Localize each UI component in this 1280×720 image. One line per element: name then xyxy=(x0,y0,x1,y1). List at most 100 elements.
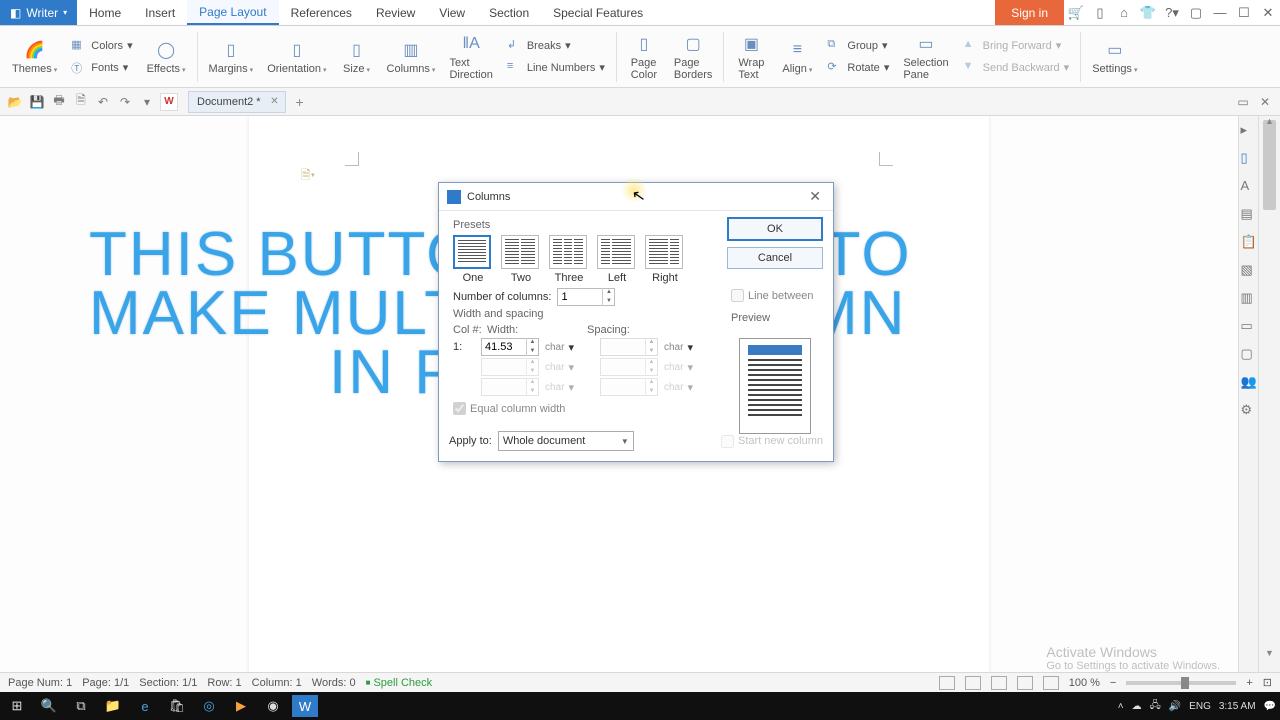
apply-to-combo[interactable]: Whole document▼ xyxy=(498,431,634,451)
effects-button[interactable]: ◯Effects▾ xyxy=(141,37,192,77)
tray-network-icon[interactable]: 🖧 xyxy=(1150,698,1161,715)
sp-collapse-icon[interactable]: ▸ xyxy=(1241,122,1257,138)
app-menu-button[interactable]: ◧ Writer ▾ xyxy=(0,0,77,25)
fonts-button[interactable]: ⓉFonts▾ xyxy=(65,58,138,78)
close-button[interactable]: ✕ xyxy=(1256,0,1280,25)
help-icon[interactable]: ?▾ xyxy=(1160,0,1184,25)
rotate-button[interactable]: ⟳Rotate▾ xyxy=(821,58,895,78)
cart-icon[interactable]: 🛒 xyxy=(1064,0,1088,25)
tab-page-layout[interactable]: Page Layout xyxy=(187,0,278,25)
spin-down-icon[interactable]: ▼ xyxy=(527,347,538,356)
skin-icon[interactable]: 👕 xyxy=(1136,0,1160,25)
width-1-input[interactable] xyxy=(482,341,526,353)
view-page-icon[interactable] xyxy=(939,676,955,690)
text-direction-button[interactable]: ǁAText Direction xyxy=(443,31,498,83)
tray-volume-icon[interactable]: 🔊 xyxy=(1169,701,1181,712)
zoom-slider-knob[interactable] xyxy=(1181,677,1189,689)
zoom-fit-button[interactable]: ⊡ xyxy=(1263,676,1272,689)
tab-insert[interactable]: Insert xyxy=(133,0,187,25)
margins-button[interactable]: ▯Margins▾ xyxy=(203,37,260,77)
columns-button[interactable]: ▥Columns▾ xyxy=(381,37,442,77)
sp-shape-icon[interactable]: ▧ xyxy=(1241,262,1257,278)
tab-section[interactable]: Section xyxy=(477,0,541,25)
colors-button[interactable]: ▦Colors▾ xyxy=(65,36,138,56)
sp-clipboard-icon[interactable]: 📋 xyxy=(1241,234,1257,250)
tray-onedrive-icon[interactable]: ☁ xyxy=(1132,701,1142,712)
status-row[interactable]: Row: 1 xyxy=(207,677,241,689)
size-button[interactable]: ▯Size▾ xyxy=(335,37,379,77)
wps-writer-taskbar-button[interactable]: W xyxy=(292,695,318,717)
zoom-label[interactable]: 100 % xyxy=(1069,677,1100,689)
page-borders-button[interactable]: ▢Page Borders xyxy=(668,31,719,83)
tab-view[interactable]: View xyxy=(427,0,477,25)
open-icon[interactable]: 📂 xyxy=(6,93,24,111)
scroll-up-icon[interactable]: ▲ xyxy=(1259,116,1280,126)
sp-task-icon[interactable]: ▢ xyxy=(1241,346,1257,362)
width-1-spinner[interactable]: ▲▼ xyxy=(481,338,539,356)
scroll-down-icon[interactable]: ▼ xyxy=(1259,648,1280,658)
ok-button[interactable]: OK xyxy=(727,217,823,241)
tray-up-icon[interactable]: ˄ xyxy=(1118,701,1124,712)
preset-three[interactable]: Three xyxy=(549,235,589,284)
status-page[interactable]: Page: 1/1 xyxy=(82,677,129,689)
page-color-button[interactable]: ▯Page Color xyxy=(622,31,666,83)
tray-lang[interactable]: ENG xyxy=(1189,701,1211,712)
sp-style-icon[interactable]: A xyxy=(1241,178,1257,194)
sp-people-icon[interactable]: 👥 xyxy=(1241,374,1257,390)
sign-in-button[interactable]: Sign in xyxy=(995,0,1064,25)
tab-review[interactable]: Review xyxy=(364,0,427,25)
orientation-button[interactable]: ▯Orientation▾ xyxy=(261,37,332,77)
window-close-icon[interactable]: ✕ xyxy=(1256,93,1274,111)
status-words[interactable]: Words: 0 xyxy=(312,677,356,689)
preset-two[interactable]: Two xyxy=(501,235,541,284)
preset-one[interactable]: One xyxy=(453,235,493,284)
print-preview-icon[interactable]: 🗎 xyxy=(72,93,90,111)
num-columns-spinner[interactable]: ▲▼ xyxy=(557,288,615,306)
cancel-button[interactable]: Cancel xyxy=(727,247,823,269)
zoom-out-button[interactable]: − xyxy=(1110,677,1116,689)
new-tab-button[interactable]: + xyxy=(290,94,310,110)
zoom-in-button[interactable]: + xyxy=(1246,677,1252,689)
doc-icon[interactable]: ▯ xyxy=(1088,0,1112,25)
file-explorer-button[interactable]: 📁 xyxy=(100,695,126,717)
spin-up-icon[interactable]: ▲ xyxy=(603,288,614,297)
spin-up-icon[interactable]: ▲ xyxy=(527,338,538,347)
search-button[interactable]: 🔍 xyxy=(36,695,62,717)
start-button[interactable]: ⊞ xyxy=(4,695,30,717)
close-tab-icon[interactable]: ✕ xyxy=(270,96,278,107)
dialog-titlebar[interactable]: Columns ✕ xyxy=(439,183,833,211)
preset-right[interactable]: Right xyxy=(645,235,685,284)
vertical-scrollbar[interactable]: ▲ ▼ xyxy=(1258,116,1280,676)
sp-paragraph-icon[interactable]: ▤ xyxy=(1241,206,1257,222)
group-button[interactable]: ⧉Group▾ xyxy=(821,36,895,56)
app1-button[interactable]: ◎ xyxy=(196,695,222,717)
breaks-button[interactable]: ↲Breaks▾ xyxy=(501,36,611,56)
spin-down-icon[interactable]: ▼ xyxy=(603,297,614,306)
sp-select-icon[interactable]: ▭ xyxy=(1241,318,1257,334)
view-web-icon[interactable] xyxy=(991,676,1007,690)
sp-doc-icon[interactable]: ▯ xyxy=(1241,150,1257,166)
maximize-button[interactable]: ☐ xyxy=(1232,0,1256,25)
store-button[interactable]: 🛍 xyxy=(164,695,190,717)
undo-icon[interactable]: ↶ xyxy=(94,93,112,111)
sp-nav-icon[interactable]: ▥ xyxy=(1241,290,1257,306)
page-options-icon[interactable]: 🗎▾ xyxy=(301,166,315,187)
view-fullscreen-icon[interactable] xyxy=(1043,676,1059,690)
minimize-button[interactable]: — xyxy=(1208,0,1232,25)
wps-logo-icon[interactable]: W xyxy=(160,93,178,111)
status-spellcheck[interactable]: Spell Check xyxy=(366,677,433,689)
task-view-button[interactable]: ⧉ xyxy=(68,695,94,717)
zoom-slider[interactable] xyxy=(1126,681,1236,685)
home-icon[interactable]: ⌂ xyxy=(1112,0,1136,25)
line-numbers-button[interactable]: ≡Line Numbers▾ xyxy=(501,58,611,78)
tray-clock[interactable]: 3:15 AM xyxy=(1219,701,1256,712)
print-icon[interactable]: 🖶 xyxy=(50,93,68,111)
tab-references[interactable]: References xyxy=(279,0,364,25)
document-tab[interactable]: Document2 * ✕ xyxy=(188,91,286,113)
wrap-text-button[interactable]: ▣Wrap Text xyxy=(729,31,773,83)
sp-settings-icon[interactable]: ⚙ xyxy=(1241,402,1257,418)
ribbon-toggle-icon[interactable]: ▢ xyxy=(1184,0,1208,25)
dialog-close-button[interactable]: ✕ xyxy=(805,188,825,205)
scrollbar-thumb[interactable] xyxy=(1263,120,1276,210)
status-section[interactable]: Section: 1/1 xyxy=(139,677,197,689)
